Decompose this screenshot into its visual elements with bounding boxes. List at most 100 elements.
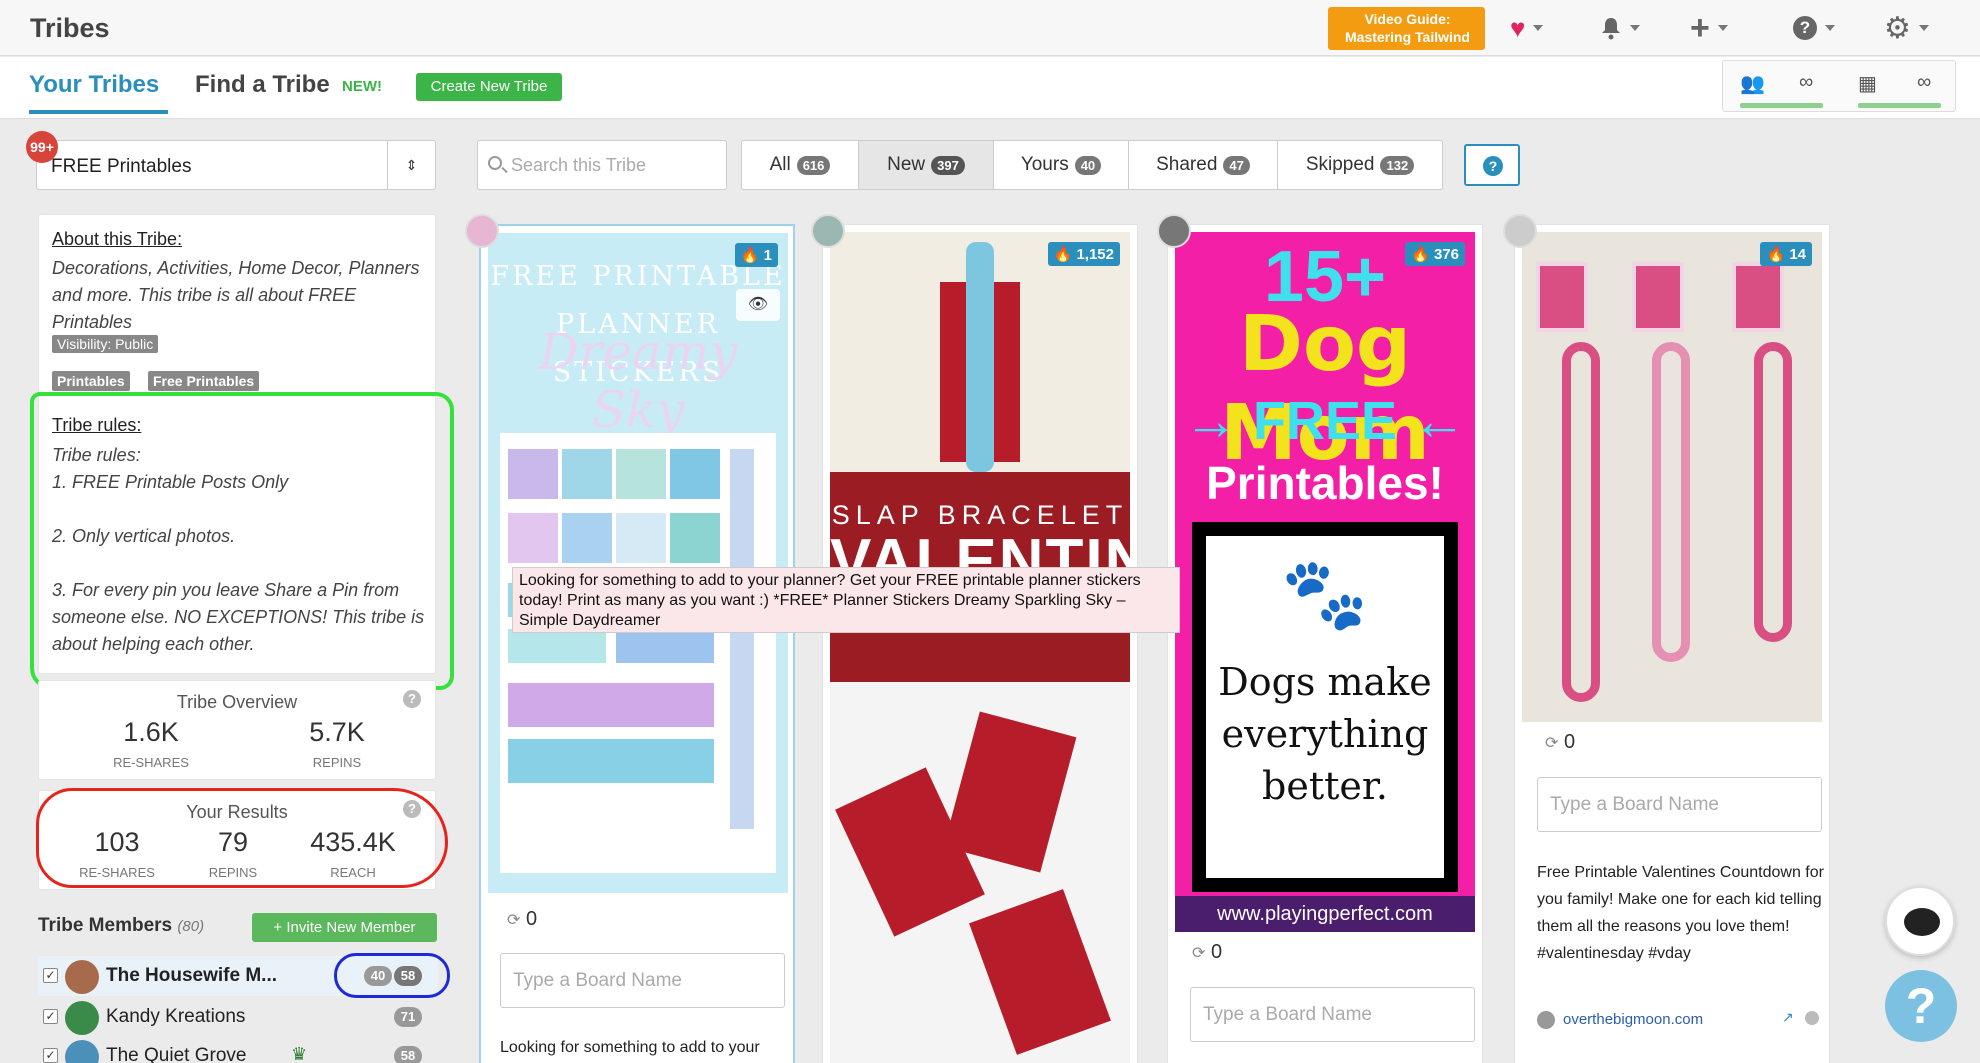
pin-art-inner: 🐾 Dogs make everything better.: [1206, 536, 1444, 878]
chevron-down-icon: [1717, 25, 1728, 31]
countdown-tag: [1536, 262, 1588, 332]
tribe-overview-card: Tribe Overview ? 1.6K RE-SHARES 5.7K REP…: [38, 680, 436, 780]
external-link-icon[interactable]: ↗: [1782, 1009, 1794, 1026]
repin-count: 1,152: [1076, 246, 1114, 263]
invite-member-button[interactable]: + Invite New Member: [252, 913, 437, 942]
sticker: [508, 449, 558, 499]
tribes-tab-bar: Your Tribes Find a Tribe NEW! Create New…: [0, 57, 1980, 119]
tribe-select-value: FREE Printables: [51, 156, 192, 177]
overview-reshares-label: RE-SHARES: [113, 755, 189, 770]
help-icon[interactable]: ?: [403, 690, 421, 708]
members-title-text: Tribe Members: [38, 915, 173, 936]
refresh-icon: ⟳: [507, 912, 521, 929]
filters-help-button[interactable]: ?: [1464, 144, 1520, 186]
source-icon: [1537, 1011, 1555, 1029]
pin-card[interactable]: FREE PRINTABLE PLANNER STICKERS Dreamy S…: [479, 224, 795, 1063]
pin-card[interactable]: 15+ Dog Mom → FREE ← Printables! 🐾 Dogs …: [1167, 224, 1483, 1063]
reshare-value: 0: [1563, 731, 1576, 753]
sticker: [562, 513, 612, 563]
heart-icon: ♥: [1510, 12, 1526, 43]
filter-shared[interactable]: Shared 47: [1129, 141, 1278, 189]
pin-artwork: SLAP BRACELET VALENTINE: [830, 232, 1130, 1063]
pinner-avatar[interactable]: [1157, 214, 1191, 248]
repin-count: 376: [1433, 246, 1459, 263]
pin-card[interactable]: SLAP BRACELET VALENTINE 🔥 1,152: [822, 224, 1138, 1063]
avatar: [65, 960, 99, 994]
filter-count: 47: [1223, 155, 1250, 175]
filter-count: 132: [1380, 155, 1415, 175]
board-name-input[interactable]: Type a Board Name: [1190, 987, 1475, 1042]
add-menu[interactable]: +: [1690, 9, 1728, 47]
filter-count: 397: [931, 155, 965, 175]
sticker: [508, 629, 606, 663]
reshare-value: 0: [525, 908, 538, 930]
tribe-select[interactable]: FREE Printables ⇕: [36, 140, 436, 190]
repin-count: 1: [763, 247, 772, 264]
sticker: [616, 629, 714, 663]
tab-find-a-tribe[interactable]: Find a Tribe: [195, 71, 330, 99]
heart-menu[interactable]: ♥: [1510, 10, 1544, 46]
chevron-down-icon: [1825, 25, 1835, 31]
pin-image[interactable]: 🔥 14: [1522, 232, 1822, 722]
filter-label: Shared: [1156, 154, 1218, 175]
sticker: [670, 449, 720, 499]
pin-card[interactable]: 🔥 14 ⟳ 0 Type a Board Name Free Printabl…: [1514, 224, 1830, 1063]
pin-image[interactable]: 15+ Dog Mom → FREE ← Printables! 🐾 Dogs …: [1175, 232, 1475, 932]
member-row[interactable]: ✓ The Quiet Grove ♛ 58: [38, 1036, 438, 1063]
app-title: Tribes: [30, 13, 110, 43]
filter-all[interactable]: All 616: [742, 141, 859, 189]
paw-icon: 🐾: [1281, 555, 1369, 633]
people-icon: 👥: [1740, 73, 1765, 95]
chevron-down-icon: [1630, 25, 1640, 31]
search-placeholder: Search this Tribe: [511, 155, 647, 175]
member-pins-count: 58: [394, 1046, 422, 1063]
tribe-limits: 👥 ∞ ▦ ∞: [1722, 60, 1956, 112]
member-checkbox[interactable]: ✓: [43, 1009, 58, 1024]
notifications-menu[interactable]: [1600, 10, 1640, 46]
sticker: [616, 513, 666, 563]
tag-printables[interactable]: Printables: [52, 371, 130, 391]
create-new-tribe-button[interactable]: Create New Tribe: [416, 73, 562, 101]
pinner-avatar[interactable]: [465, 214, 499, 248]
reshare-count: ⟳ 0: [507, 908, 537, 931]
source-link[interactable]: overthebigmoon.com: [1563, 1011, 1703, 1028]
refresh-icon: ⟳: [1545, 735, 1559, 752]
member-checkbox[interactable]: ✓: [43, 1048, 58, 1063]
filter-skipped[interactable]: Skipped 132: [1278, 141, 1442, 189]
pin-description-tooltip: Looking for something to add to your pla…: [512, 567, 1180, 633]
pin-image[interactable]: FREE PRINTABLE PLANNER STICKERS Dreamy S…: [488, 233, 788, 893]
pin-image[interactable]: SLAP BRACELET VALENTINE 🔥 1,152: [830, 232, 1130, 1063]
tag-free-printables[interactable]: Free Printables: [148, 371, 260, 391]
chat-button[interactable]: [1885, 886, 1955, 956]
help-menu[interactable]: ?: [1793, 10, 1835, 46]
flame-icon: 🔥: [740, 247, 760, 264]
sticker: [616, 449, 666, 499]
flame-icon: 🔥: [1766, 246, 1786, 263]
pinner-avatar[interactable]: [1503, 214, 1537, 248]
hide-eye-icon[interactable]: 👁: [736, 289, 780, 321]
help-button[interactable]: ?: [1885, 970, 1957, 1042]
member-checkbox[interactable]: ✓: [43, 968, 58, 983]
countdown-tag: [1632, 262, 1684, 332]
pin-artwork: 15+ Dog Mom → FREE ← Printables! 🐾 Dogs …: [1175, 232, 1475, 932]
chat-icon: [1904, 908, 1940, 936]
about-title: About this Tribe:: [52, 229, 183, 249]
video-guide-button[interactable]: Video Guide: Mastering Tailwind: [1328, 7, 1485, 50]
filter-tabs: All 616 New 397 Yours 40 Shared 47 Skipp…: [741, 140, 1443, 190]
pinterest-icon[interactable]: [1805, 1011, 1819, 1025]
countdown-tag: [1732, 262, 1784, 332]
search-input[interactable]: Search this Tribe: [477, 140, 727, 190]
pinner-avatar[interactable]: [811, 214, 845, 248]
filter-new[interactable]: New 397: [859, 141, 994, 189]
board-name-input[interactable]: Type a Board Name: [1537, 777, 1822, 832]
settings-menu[interactable]: ⚙: [1884, 10, 1929, 46]
top-bar: Tribes Video Guide: Mastering Tailwind ♥…: [0, 0, 1980, 56]
board-name-input[interactable]: Type a Board Name: [500, 953, 785, 1008]
member-row[interactable]: ✓ Kandy Kreations 71: [38, 997, 438, 1037]
filter-yours[interactable]: Yours 40: [994, 141, 1129, 189]
board-name-placeholder: Type a Board Name: [1203, 1004, 1372, 1025]
new-badge: NEW!: [342, 78, 382, 95]
filter-label: Yours: [1020, 154, 1069, 175]
tab-your-tribes[interactable]: Your Tribes: [29, 71, 159, 99]
pin-limit-bar: [1858, 103, 1941, 108]
